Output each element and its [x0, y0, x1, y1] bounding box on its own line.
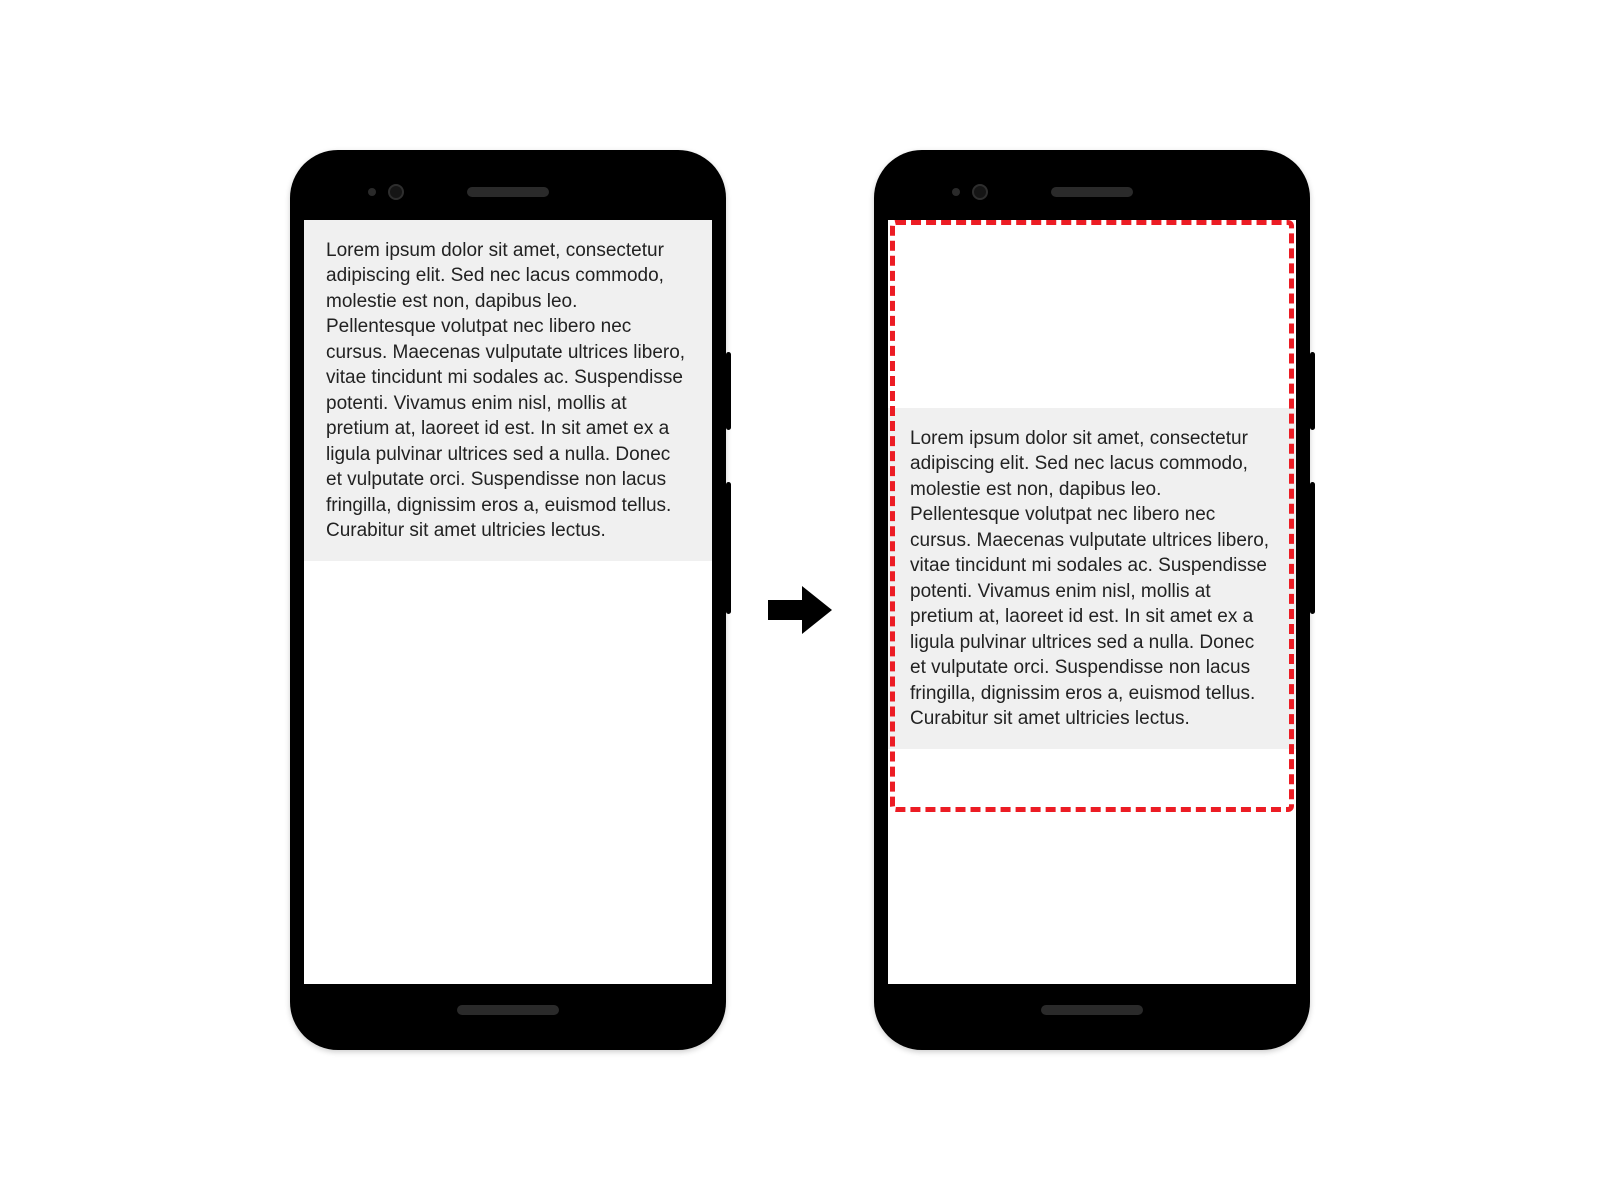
- front-camera-icon: [388, 184, 404, 200]
- phone-top-bezel: [888, 164, 1296, 220]
- screen-area: Lorem ipsum dolor sit amet, consectetur …: [888, 220, 1296, 984]
- home-indicator-icon: [1041, 1005, 1143, 1015]
- volume-button: [1310, 482, 1315, 614]
- body-text: Lorem ipsum dolor sit amet, consectetur …: [910, 428, 1269, 729]
- phone-mockup-right: Lorem ipsum dolor sit amet, consectetur …: [874, 150, 1310, 1050]
- transition-arrow: [766, 560, 834, 640]
- phone-inner: Lorem ipsum dolor sit amet, consectetur …: [304, 164, 712, 1036]
- phone-mockup-left: Lorem ipsum dolor sit amet, consectetur …: [290, 150, 726, 1050]
- phone-bottom-bezel: [888, 984, 1296, 1036]
- screen-area: Lorem ipsum dolor sit amet, consectetur …: [304, 220, 712, 984]
- front-sensors: [368, 184, 404, 200]
- sensor-dot-icon: [368, 188, 376, 196]
- text-block: Lorem ipsum dolor sit amet, consectetur …: [304, 220, 712, 561]
- phone-top-bezel: [304, 164, 712, 220]
- front-camera-icon: [972, 184, 988, 200]
- phone-inner: Lorem ipsum dolor sit amet, consectetur …: [888, 164, 1296, 1036]
- earpiece-speaker-icon: [1051, 187, 1133, 197]
- phone-bottom-bezel: [304, 984, 712, 1036]
- front-sensors: [952, 184, 988, 200]
- body-text: Lorem ipsum dolor sit amet, consectetur …: [326, 240, 685, 541]
- home-indicator-icon: [457, 1005, 559, 1015]
- text-block: Lorem ipsum dolor sit amet, consectetur …: [888, 408, 1296, 749]
- diagram-container: Lorem ipsum dolor sit amet, consectetur …: [290, 150, 1310, 1050]
- power-button: [726, 352, 731, 430]
- power-button: [1310, 352, 1315, 430]
- earpiece-speaker-icon: [467, 187, 549, 197]
- volume-button: [726, 482, 731, 614]
- arrow-right-icon: [766, 580, 834, 640]
- sensor-dot-icon: [952, 188, 960, 196]
